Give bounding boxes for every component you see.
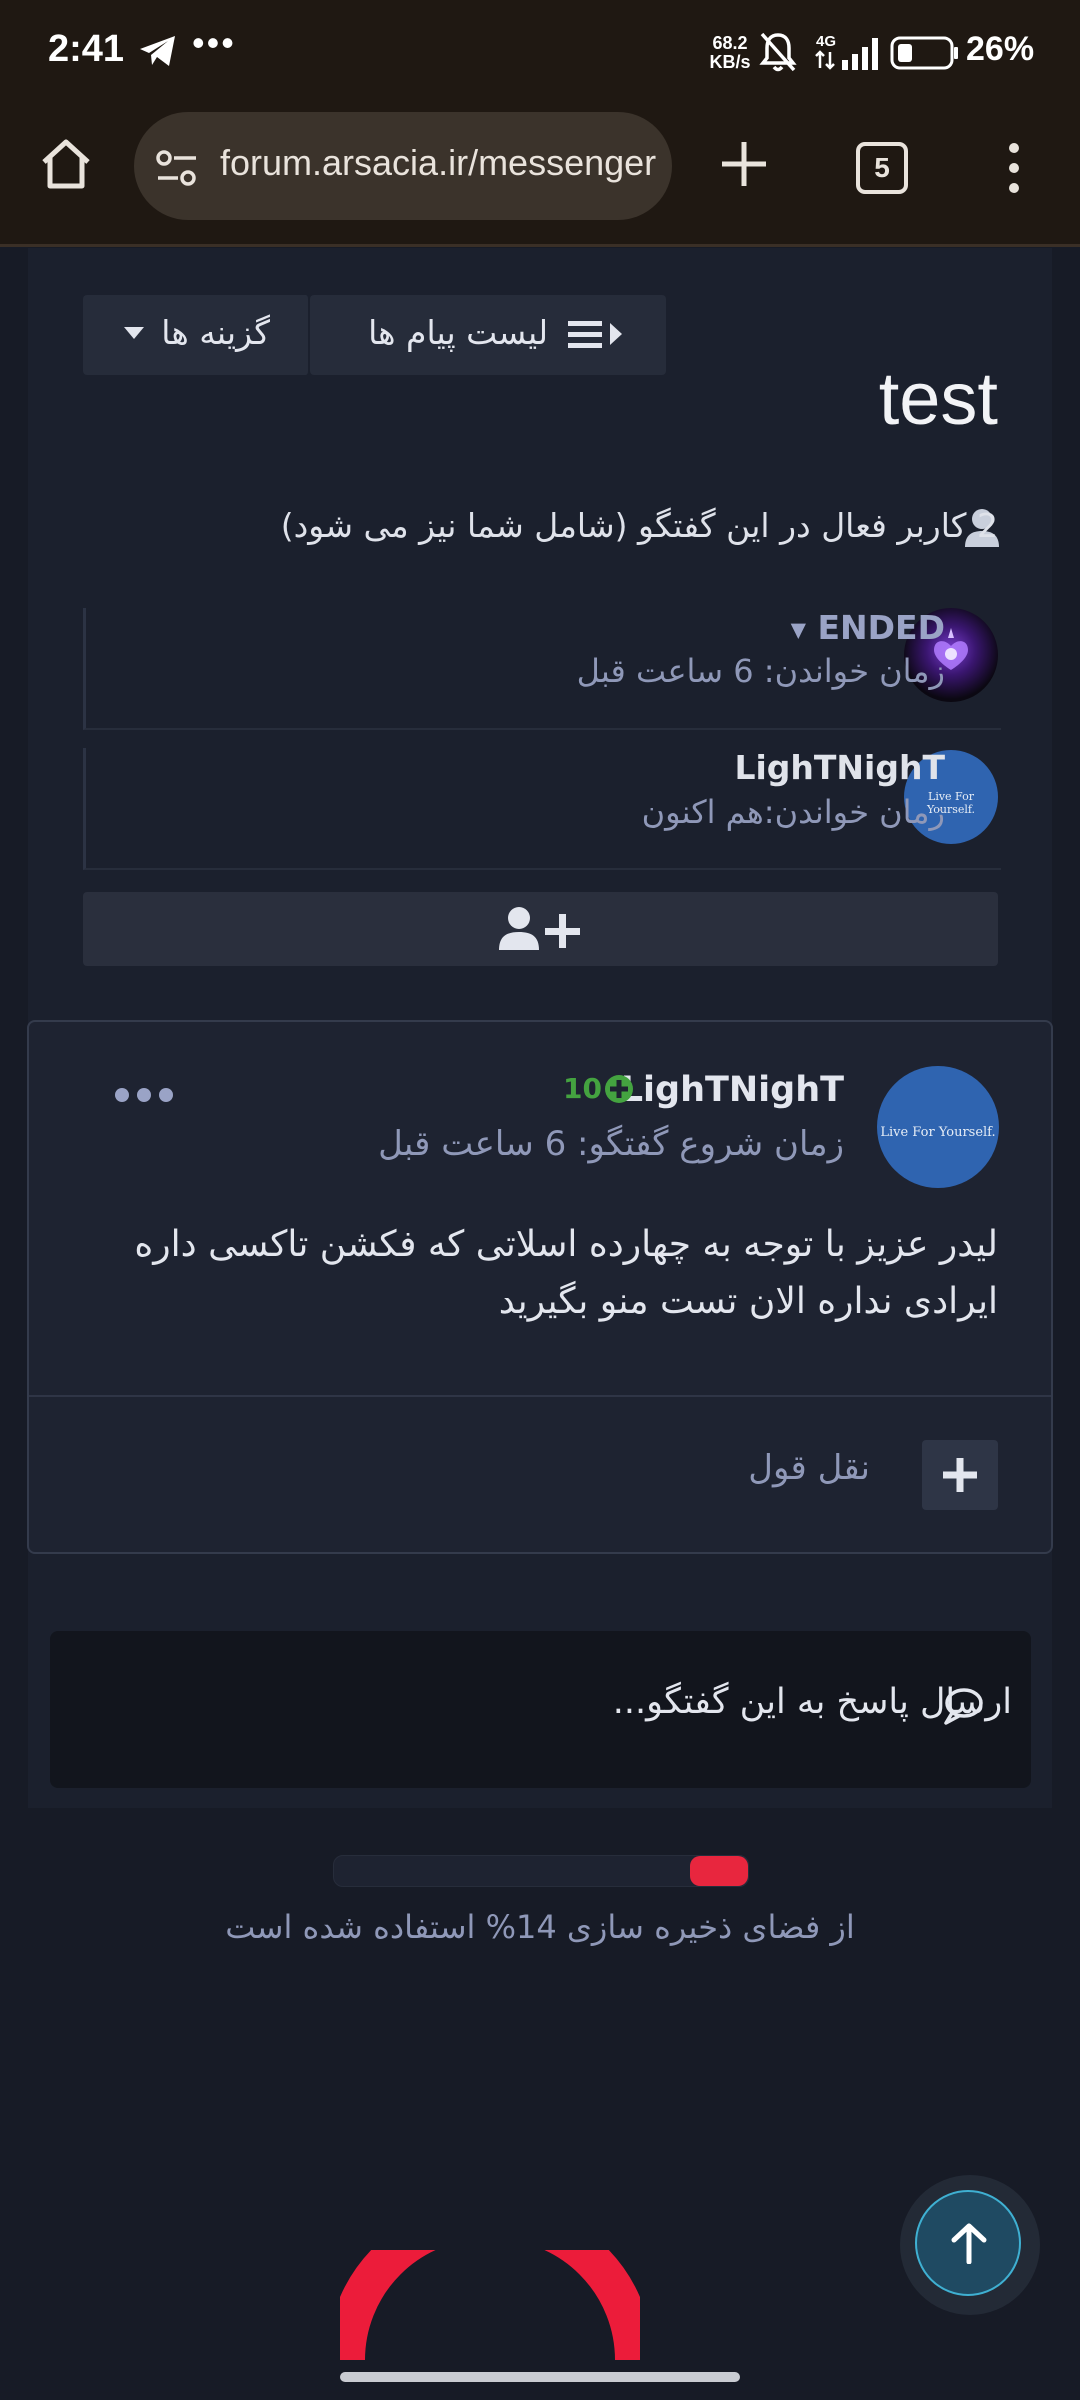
battery-percent: 26% (966, 30, 1035, 68)
plus-icon (943, 1458, 977, 1492)
conversation-title: test (878, 357, 998, 440)
gesture-navigation-bar[interactable] (340, 2372, 740, 2382)
site-settings-icon[interactable] (154, 148, 200, 192)
bell-muted-icon (758, 30, 798, 78)
reputation-plus-icon (604, 1074, 634, 1108)
quote-label[interactable]: نقل قول (748, 1448, 870, 1488)
quote-add-button[interactable] (922, 1440, 998, 1510)
cell-signal-icon: 4G (812, 30, 882, 78)
scroll-to-top-button[interactable] (915, 2190, 1021, 2296)
network-type: 4G (816, 33, 836, 50)
message-list-label: لیست پیام ها (368, 313, 548, 352)
reputation-count: 10 (563, 1072, 602, 1105)
options-dropdown-button[interactable]: گزینه ها (83, 295, 310, 375)
status-time: 2:41 (48, 28, 125, 70)
network-speed: 68.2 KB/s (708, 34, 752, 72)
member-read-time: زمان خواندن: 6 ساعت قبل (576, 652, 945, 690)
member-read-time: زمان خواندن:هم اکنون (641, 793, 945, 831)
list-icon (568, 321, 622, 348)
tab-switcher-button[interactable]: 5 (856, 142, 908, 194)
avatar-caption: Live For Yourself. (880, 1125, 996, 1140)
storage-progress-fill (690, 1856, 748, 1886)
member-name[interactable]: ▼ ENDED (791, 608, 945, 647)
conversation-start-time: زمان شروع گفتگو: 6 ساعت قبل (378, 1124, 844, 1164)
address-bar[interactable]: forum.arsacia.ir/messenger (134, 112, 672, 220)
network-speed-value: 68.2 (712, 33, 748, 53)
author-avatar[interactable]: Live For Yourself. (877, 1066, 999, 1188)
user-plus-icon (499, 907, 580, 950)
url-text[interactable]: forum.arsacia.ir/messenger (220, 142, 656, 184)
more-notifications-icon: ••• (192, 22, 236, 63)
caret-down-icon: ▼ (790, 617, 806, 642)
storage-progress-bar (333, 1855, 749, 1887)
add-member-button[interactable] (83, 892, 998, 966)
telegram-icon (138, 34, 178, 72)
home-icon[interactable] (38, 136, 94, 192)
network-speed-unit: KB/s (709, 52, 751, 72)
browser-menu-icon[interactable] (1000, 138, 1028, 198)
message-author[interactable]: LighTNighT (621, 1070, 844, 1110)
chrome-divider (0, 244, 1080, 247)
reply-placeholder[interactable]: ارسال پاسخ به این گفتگو... (613, 1682, 1012, 1722)
arrow-up-icon (951, 2223, 987, 2264)
message-divider (29, 1395, 1051, 1397)
participants-summary: 2 کاربر فعال در این گفتگو (شامل شما نیز … (280, 506, 998, 545)
caret-down-icon (124, 327, 144, 339)
member-name[interactable]: LighTNighT (734, 748, 945, 787)
speed-gauge-widget (327, 2201, 653, 2364)
options-label: گزینه ها (161, 313, 270, 352)
more-options-icon[interactable] (114, 1084, 174, 1110)
message-list-button[interactable]: لیست پیام ها (310, 295, 666, 375)
storage-usage-text: از فضای ذخیره سازی 14% استفاده شده است (225, 1908, 855, 1946)
new-tab-icon[interactable] (714, 134, 774, 194)
message-body: لیدر عزیز با توجه به چهارده اسلاتی که فک… (134, 1224, 998, 1322)
battery-icon (890, 36, 960, 74)
